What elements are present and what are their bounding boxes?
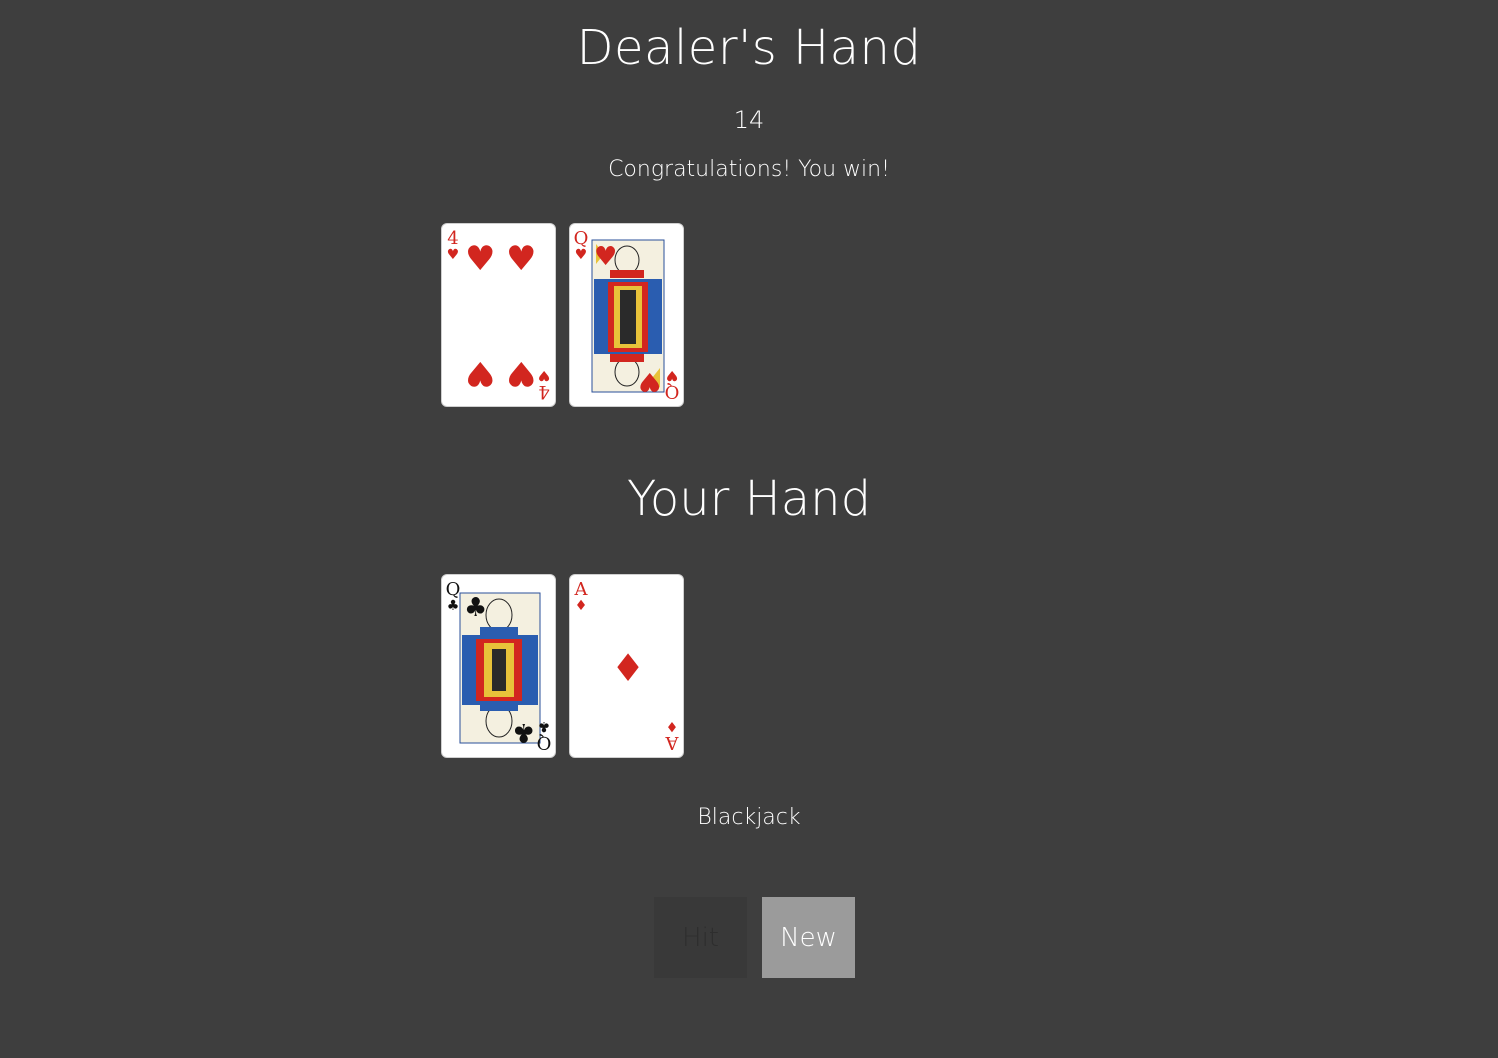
dealer-score: 14 bbox=[733, 106, 765, 134]
card-rank: Q bbox=[573, 228, 589, 249]
card-index-bottom: 4 ♥ bbox=[536, 367, 552, 402]
card-rank: 4 bbox=[538, 381, 550, 402]
card-rank: Q bbox=[445, 579, 461, 600]
heart-icon: ♥ bbox=[446, 247, 460, 263]
club-icon: ♣ bbox=[464, 593, 488, 623]
card-index-bottom: Q ♥ bbox=[664, 367, 680, 402]
heart-icon: ♥ bbox=[465, 353, 496, 393]
club-icon: ♣ bbox=[512, 717, 536, 747]
card-rank: Q bbox=[664, 381, 680, 402]
new-game-button[interactable]: New bbox=[762, 897, 855, 978]
player-hand-title: Your Hand bbox=[626, 471, 872, 527]
card-index-top: Q ♣ bbox=[445, 579, 461, 614]
hit-button[interactable]: Hit bbox=[654, 897, 747, 978]
card-rank: A bbox=[665, 732, 679, 753]
diamond-icon: ♦ bbox=[665, 718, 679, 734]
club-icon: ♣ bbox=[446, 598, 460, 614]
card-queen-of-clubs: Q ♣ ♣ ♣ Q ♣ bbox=[441, 574, 556, 758]
heart-icon: ♥ bbox=[594, 242, 618, 272]
card-rank: A bbox=[574, 579, 588, 600]
diamond-icon: ♦ bbox=[611, 646, 646, 690]
club-icon: ♣ bbox=[537, 718, 551, 734]
heart-icon: ♥ bbox=[638, 366, 662, 396]
card-index-top: 4 ♥ bbox=[445, 228, 461, 263]
card-index-top: Q ♥ bbox=[573, 228, 589, 263]
action-buttons: Hit New bbox=[654, 897, 855, 978]
card-index-bottom: A ♦ bbox=[664, 718, 680, 753]
heart-icon: ♥ bbox=[665, 367, 679, 383]
dealer-hand-title: Dealer's Hand bbox=[576, 20, 922, 76]
card-queen-of-hearts: Q ♥ ♥ ♥ Q ♥ bbox=[569, 223, 684, 407]
card-ace-of-diamonds: A ♦ ♦ A ♦ bbox=[569, 574, 684, 758]
dealer-hand: 4 ♥ ♥ ♥ ♥ ♥ 4 ♥ Q ♥ ♥ ♥ Q ♥ bbox=[441, 223, 684, 407]
heart-icon: ♥ bbox=[537, 367, 551, 383]
heart-icon: ♥ bbox=[506, 353, 537, 393]
diamond-icon: ♦ bbox=[574, 598, 588, 614]
heart-icon: ♥ bbox=[506, 239, 537, 279]
blackjack-table: Dealer's Hand 14 Congratulations! You wi… bbox=[0, 0, 1498, 1058]
heart-icon: ♥ bbox=[465, 239, 496, 279]
player-status: Blackjack bbox=[697, 805, 801, 830]
card-index-top: A ♦ bbox=[573, 579, 589, 614]
card-index-bottom: Q ♣ bbox=[536, 718, 552, 753]
player-hand: Q ♣ ♣ ♣ Q ♣ A ♦ ♦ A ♦ bbox=[441, 574, 684, 758]
result-message: Congratulations! You win! bbox=[608, 157, 890, 182]
heart-icon: ♥ bbox=[574, 247, 588, 263]
card-4-of-hearts: 4 ♥ ♥ ♥ ♥ ♥ 4 ♥ bbox=[441, 223, 556, 407]
card-rank: Q bbox=[536, 732, 552, 753]
card-rank: 4 bbox=[447, 228, 459, 249]
